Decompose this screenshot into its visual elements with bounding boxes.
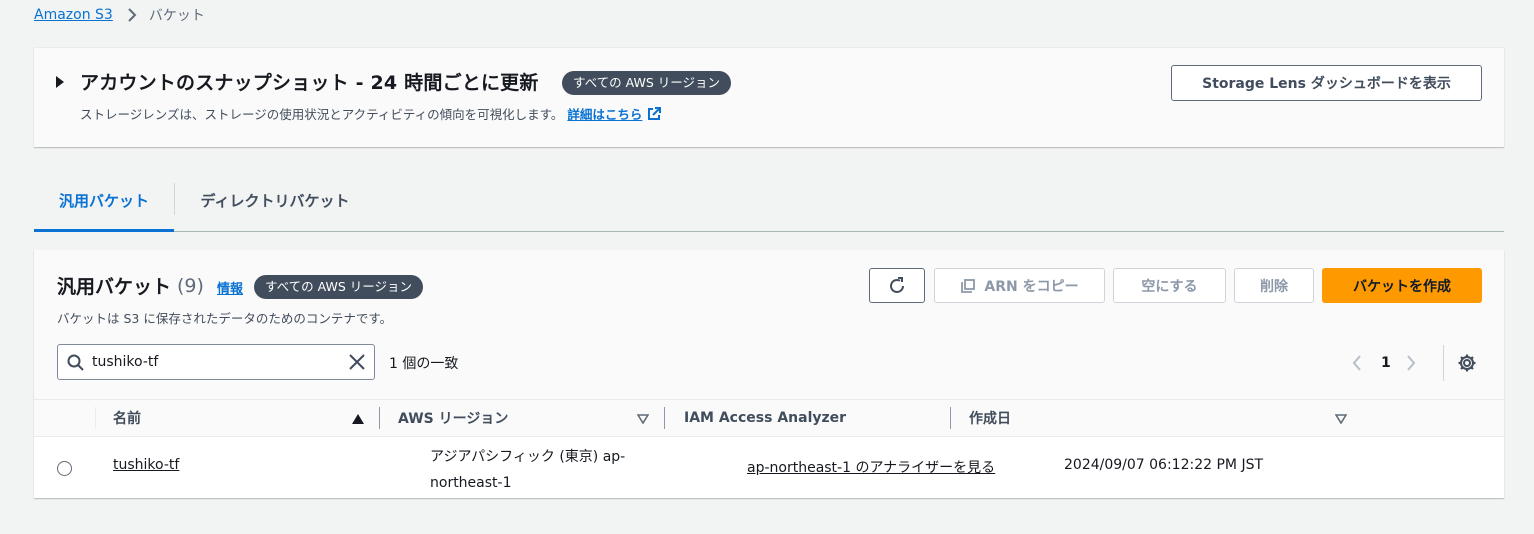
current-page-number[interactable]: 1 — [1381, 355, 1391, 371]
column-divider[interactable] — [664, 407, 665, 429]
snapshot-description-text: ストレージレンズは、ストレージの使用状況とアクティビティの傾向を可視化します。 — [80, 107, 564, 122]
info-link[interactable]: 情報 — [217, 278, 243, 297]
row-select-radio[interactable] — [57, 461, 72, 476]
expand-caret-right-icon[interactable] — [56, 76, 64, 88]
column-header-name[interactable]: 名前 — [113, 400, 141, 436]
tab-general-purpose-buckets[interactable]: 汎用バケット — [34, 170, 174, 232]
settings-icon[interactable] — [1457, 353, 1477, 373]
creation-date: 2024/09/07 06:12:22 PM JST — [1064, 457, 1264, 473]
search-icon — [67, 354, 84, 371]
pagination: 1 — [1352, 350, 1416, 376]
copy-icon — [960, 278, 976, 294]
pager-divider — [1443, 345, 1444, 381]
clear-search-icon[interactable] — [348, 353, 366, 371]
column-header-region[interactable]: AWS リージョン — [398, 400, 508, 436]
snapshot-title[interactable]: アカウントのスナップショット - 24 時間ごとに更新 — [80, 68, 539, 95]
panel-description: バケットは S3 に保存されたデータのためのコンテナです。 — [57, 311, 393, 326]
copy-arn-button[interactable]: ARN をコピー — [934, 268, 1105, 303]
panel-title-text: 汎用バケット — [57, 276, 172, 298]
snapshot-description: ストレージレンズは、ストレージの使用状況とアクティビティの傾向を可視化します。 … — [80, 104, 662, 123]
bucket-region-line-1: アジアパシフィック (東京) ap- — [430, 449, 626, 465]
next-page-chevron-right-icon[interactable] — [1406, 354, 1416, 372]
refresh-icon — [887, 276, 907, 296]
panel-regions-badge: すべての AWS リージョン — [254, 275, 423, 299]
view-analyzer-link[interactable]: ap-northeast-1 のアナライザーを見る — [747, 457, 995, 477]
buckets-table-panel: 汎用バケット (9) 情報 すべての AWS リージョン バケットは S3 に保… — [34, 250, 1504, 498]
bucket-count: (9) — [177, 274, 204, 297]
account-snapshot-panel: アカウントのスナップショット - 24 時間ごとに更新 すべての AWS リージ… — [34, 47, 1504, 147]
table-row: tushiko-tf アジアパシフィック (東京) ap- northeast-… — [34, 437, 1504, 497]
bucket-region-line-2: northeast-1 — [430, 475, 512, 491]
external-link-icon — [646, 106, 662, 122]
match-count: 1 個の一致 — [389, 356, 459, 372]
breadcrumb-current: バケット — [148, 8, 205, 24]
previous-page-chevron-left-icon[interactable] — [1352, 354, 1362, 372]
bucket-region: アジアパシフィック (東京) ap- northeast-1 — [430, 444, 625, 496]
sort-ascending-icon[interactable] — [352, 414, 364, 424]
column-divider — [95, 407, 96, 429]
bucket-type-tabs: 汎用バケット ディレクトリバケット — [34, 170, 1504, 232]
bucket-name-link[interactable]: tushiko-tf — [113, 457, 179, 473]
learn-more-link[interactable]: 詳細はこちら — [567, 104, 642, 123]
delete-bucket-button[interactable]: 削除 — [1234, 268, 1314, 303]
column-divider[interactable] — [950, 407, 951, 429]
refresh-button[interactable] — [869, 268, 925, 303]
bucket-search-field[interactable] — [57, 344, 375, 380]
panel-title: 汎用バケット (9) — [57, 272, 204, 299]
table-header: 名前 AWS リージョン IAM Access Analyzer 作成日 — [34, 399, 1504, 437]
view-storage-lens-dashboard-button[interactable]: Storage Lens ダッシュボードを表示 — [1171, 65, 1482, 101]
breadcrumb-amazon-s3-link[interactable]: Amazon S3 — [34, 7, 113, 23]
column-divider[interactable] — [379, 407, 380, 429]
column-header-iam-access-analyzer[interactable]: IAM Access Analyzer — [684, 400, 846, 436]
empty-bucket-button[interactable]: 空にする — [1113, 268, 1226, 303]
column-header-creation-date[interactable]: 作成日 — [969, 400, 1011, 436]
create-bucket-button[interactable]: バケットを作成 — [1322, 268, 1482, 303]
chevron-right-icon — [127, 8, 137, 22]
search-input[interactable] — [92, 354, 322, 370]
copy-arn-label: ARN をコピー — [984, 278, 1079, 295]
tab-directory-buckets[interactable]: ディレクトリバケット — [175, 170, 375, 231]
sort-descending-icon[interactable] — [1335, 414, 1347, 424]
breadcrumb: Amazon S3 バケット — [34, 4, 205, 26]
sort-descending-icon[interactable] — [637, 414, 649, 424]
all-regions-badge: すべての AWS リージョン — [562, 71, 731, 95]
